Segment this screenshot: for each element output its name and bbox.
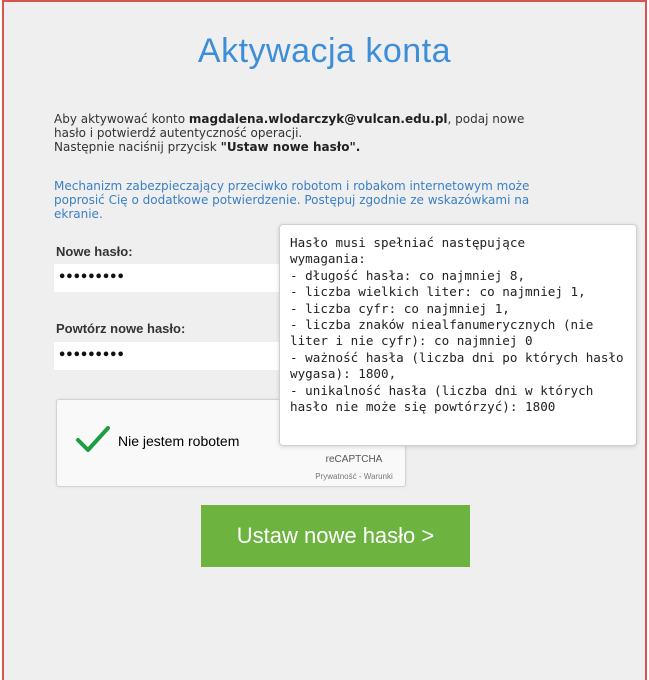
tooltip-line: - unikalność hasła (liczba dni w których	[290, 382, 594, 398]
tooltip-line: wymagania:	[290, 251, 366, 267]
repeat-password-label: Powtórz nowe hasło:	[56, 321, 186, 336]
intro-button-ref: "Ustaw nowe hasło".	[220, 140, 361, 154]
new-password-label: Nowe hasło:	[56, 244, 133, 259]
tooltip-line: - liczba cyfr: co najmniej 1,	[290, 300, 510, 316]
intro-part2: , podaj nowe	[447, 112, 525, 126]
tooltip-line: Hasło musi spełniać następujące	[290, 235, 526, 250]
tooltip-line: - liczba wielkich liter: co najmniej 1,	[290, 284, 586, 300]
new-password-input[interactable]: •••••••••	[54, 264, 314, 292]
intro-line-2: hasło i potwierdź autentyczność operacji…	[54, 126, 303, 140]
intro-text: Aby aktywować konto magdalena.wlodarczyk…	[54, 112, 624, 154]
intro-line-3: Następnie naciśnij przycisk "Ustaw nowe …	[54, 140, 624, 154]
recaptcha-label: Nie jestem robotem	[118, 433, 240, 449]
intro-part1: Aby aktywować konto	[54, 112, 189, 126]
checkmark-icon[interactable]	[75, 424, 111, 454]
password-requirements-tooltip: Hasło musi spełniać następujące wymagania…	[279, 224, 637, 446]
notice-line-3: ekranie.	[54, 207, 103, 221]
intro-line-1: Aby aktywować konto magdalena.wlodarczyk…	[54, 112, 624, 126]
set-password-button[interactable]: Ustaw nowe hasło >	[201, 505, 470, 567]
notice-line-2: poprosić Cię o dodatkowe potwierdzenie. …	[54, 193, 530, 207]
recaptcha-links[interactable]: Prywatność - Warunki	[309, 472, 399, 481]
tooltip-line: liter i nie cyfr): co najmniej 0	[290, 333, 533, 349]
robot-notice: Mechanizm zabezpieczający przeciwko robo…	[54, 179, 624, 221]
notice-line-1: Mechanizm zabezpieczający przeciwko robo…	[54, 179, 530, 193]
tooltip-line: hasło nie może się powtórzyć): 1800	[290, 399, 556, 415]
tooltip-line: - ważność hasła (liczba dni po których h…	[290, 349, 624, 365]
tooltip-line: - długość hasła: co najmniej 8,	[290, 267, 526, 283]
intro-line3-prefix: Następnie naciśnij przycisk	[54, 140, 221, 154]
page-title: Aktywacja konta	[197, 32, 452, 70]
recaptcha-brand: reCAPTCHA	[325, 454, 383, 465]
tooltip-line: wygasa): 1800,	[290, 366, 397, 382]
account-email: magdalena.wlodarczyk@vulcan.edu.pl	[188, 112, 448, 126]
repeat-password-input[interactable]: •••••••••	[54, 342, 314, 370]
tooltip-line: - liczba znaków niealfanumerycznych (nie	[290, 317, 594, 333]
